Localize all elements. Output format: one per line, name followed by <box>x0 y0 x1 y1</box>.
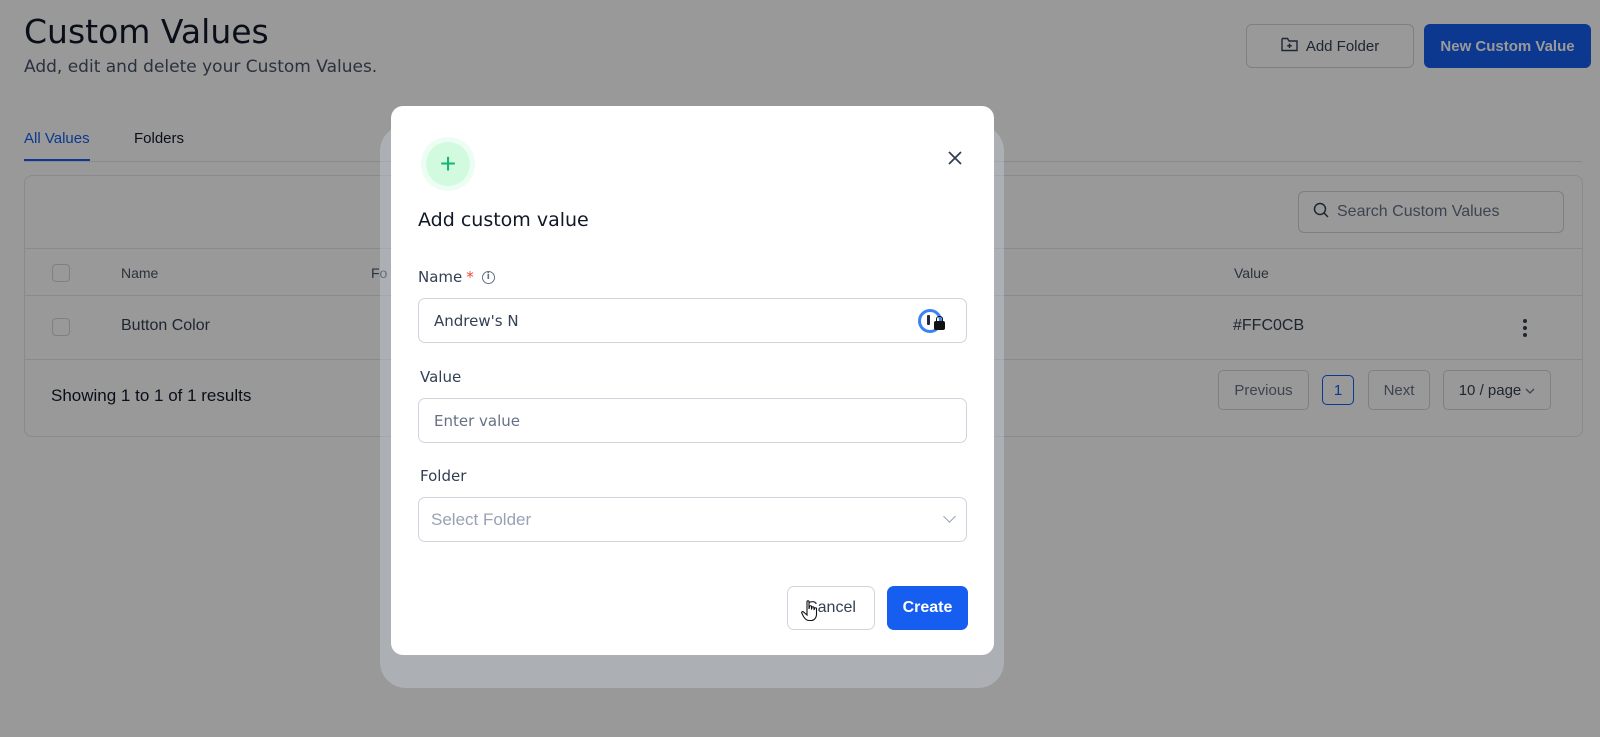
close-icon[interactable] <box>943 146 967 170</box>
plus-icon: + <box>426 142 470 186</box>
chevron-down-icon <box>943 510 956 523</box>
value-label: Value <box>420 368 462 386</box>
hand-cursor-icon <box>801 600 819 628</box>
folder-placeholder: Select Folder <box>431 509 532 529</box>
name-input[interactable]: Andrew's N <box>418 298 967 343</box>
name-input-value: Andrew's N <box>434 311 519 330</box>
add-custom-value-dialog: + Add custom value Name * i Andrew's N V… <box>391 106 994 655</box>
name-field-label: Name * i <box>418 268 495 286</box>
folder-select[interactable]: Select Folder <box>418 497 967 542</box>
folder-label: Folder <box>420 467 467 485</box>
required-marker: * <box>466 268 474 286</box>
name-label: Name <box>418 268 463 286</box>
info-icon[interactable]: i <box>481 270 495 284</box>
dialog-title: Add custom value <box>418 209 589 231</box>
value-input[interactable]: Enter value <box>418 398 967 443</box>
value-placeholder: Enter value <box>434 411 521 430</box>
lock-icon <box>934 316 945 330</box>
create-button[interactable]: Create <box>887 586 968 630</box>
